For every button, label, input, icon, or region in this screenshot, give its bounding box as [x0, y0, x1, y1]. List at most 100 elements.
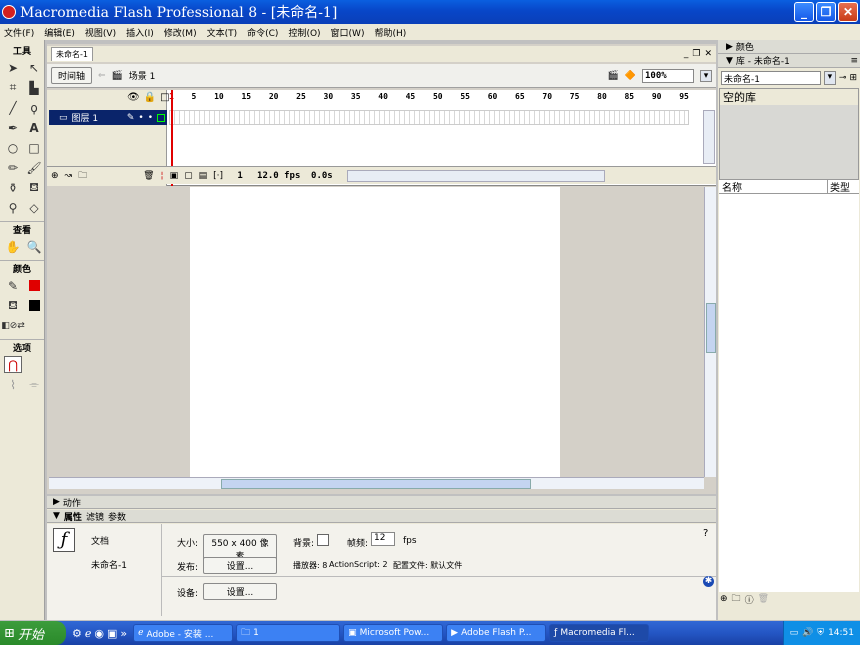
stage-canvas[interactable] — [190, 187, 560, 477]
menu-control[interactable]: 控制(O) — [288, 26, 320, 39]
lock-layers-icon[interactable]: 🔒 — [144, 92, 156, 103]
zoom-field[interactable]: 100% — [642, 68, 694, 83]
clock[interactable]: 14:51 — [828, 628, 854, 638]
actions-panel-title[interactable]: 动作 — [63, 496, 81, 509]
color-panel-title[interactable]: 颜色 — [736, 40, 754, 53]
library-menu-icon[interactable]: ≡ — [850, 56, 858, 66]
help-icon[interactable]: ? — [703, 528, 708, 539]
menu-file[interactable]: 文件(F) — [4, 26, 34, 39]
paint-bucket-tool-icon[interactable]: ⛾ — [25, 179, 43, 196]
stroke-color-icon[interactable]: ✎ — [4, 277, 22, 294]
menu-text[interactable]: 文本(T) — [207, 26, 238, 39]
expand-arrow-icon[interactable]: ▶ — [53, 497, 60, 507]
tray-network-icon[interactable]: ▭ — [790, 628, 799, 638]
menu-commands[interactable]: 命令(C) — [247, 26, 278, 39]
straighten-icon[interactable]: ⌯ — [25, 376, 43, 393]
modify-markers-icon[interactable]: [·] — [213, 171, 223, 181]
zoom-tool-icon[interactable]: 🔍 — [25, 238, 43, 255]
hand-tool-icon[interactable]: ✋ — [4, 238, 22, 255]
minimize-button[interactable]: _ — [794, 2, 814, 22]
quicklaunch-more-icon[interactable]: » — [120, 627, 127, 640]
maximize-button[interactable]: ❐ — [816, 2, 836, 22]
column-name-header[interactable]: 名称 — [719, 179, 827, 194]
doc-minimize-icon[interactable]: _ — [684, 49, 689, 59]
timeline-hscroll[interactable] — [347, 169, 606, 182]
arrow-tool-icon[interactable]: ➤ — [4, 59, 22, 76]
menu-insert[interactable]: 插入(I) — [126, 26, 154, 39]
quicklaunch-app-icon[interactable]: ⚙ — [72, 627, 82, 640]
doc-restore-icon[interactable]: ❐ — [692, 49, 700, 59]
pencil-tool-icon[interactable]: ✏ — [4, 159, 22, 176]
task-macromedia-flash[interactable]: ƒ Macromedia Fl... — [549, 624, 650, 642]
quicklaunch-media-icon[interactable]: ◉ — [94, 627, 104, 640]
library-dropdown-icon[interactable]: ▾ — [823, 71, 836, 85]
library-panel-title[interactable]: 库 - 未命名-1 — [736, 54, 848, 67]
layer-outline-icon[interactable] — [157, 113, 165, 122]
new-folder-icon[interactable]: 🗀 — [732, 591, 741, 607]
subselect-tool-icon[interactable]: ↖ — [25, 59, 43, 76]
close-button[interactable]: ✕ — [838, 2, 858, 22]
timeline-toggle-button[interactable]: 时间轴 — [51, 67, 93, 84]
edit-symbol-icon[interactable]: 🔶 — [625, 71, 636, 81]
background-color-swatch[interactable] — [317, 534, 329, 546]
eyedropper-tool-icon[interactable]: ⚲ — [4, 199, 22, 216]
line-tool-icon[interactable]: ╱ — [4, 99, 22, 116]
onion-skin-icon[interactable]: ▣ — [170, 171, 179, 181]
center-frame-icon[interactable]: ¦ — [161, 171, 164, 181]
tab-filters[interactable]: 滤镜 — [86, 510, 104, 523]
library-document-select[interactable]: 未命名-1 — [721, 71, 821, 85]
insert-layer-icon[interactable]: ⊕ — [51, 171, 59, 181]
lasso-tool-icon[interactable]: ϙ — [25, 99, 43, 116]
library-collapse-icon[interactable]: ▼ — [726, 56, 733, 66]
pen-tool-icon[interactable]: ✒ — [4, 119, 22, 136]
quicklaunch-desktop-icon[interactable]: ▣ — [107, 627, 117, 640]
insert-folder-icon[interactable]: 🗀 — [78, 168, 87, 184]
menu-help[interactable]: 帮助(H) — [374, 26, 406, 39]
edit-scene-icon[interactable]: 🎬 — [608, 71, 619, 81]
color-expand-icon[interactable]: ▶ — [726, 42, 733, 52]
menu-edit[interactable]: 编辑(E) — [44, 26, 75, 39]
doc-close-icon[interactable]: ✕ — [704, 49, 712, 59]
free-transform-tool-icon[interactable]: ⌗ — [4, 79, 22, 96]
snap-magnet-icon[interactable]: ⋂ — [4, 356, 22, 373]
tab-parameters[interactable]: 参数 — [108, 510, 126, 523]
back-arrow-icon[interactable]: ⇐ — [98, 71, 106, 81]
column-type-header[interactable]: 类型 — [827, 179, 859, 194]
menu-window[interactable]: 窗口(W) — [331, 26, 365, 39]
new-library-icon[interactable]: ⊞ — [849, 73, 857, 83]
edit-multiple-icon[interactable]: ▤ — [199, 171, 208, 181]
fill-color-icon[interactable]: ⛾ — [4, 297, 22, 314]
oval-tool-icon[interactable]: ○ — [4, 139, 22, 156]
tray-volume-icon[interactable]: 🔊 — [802, 628, 813, 638]
fill-color-swatch[interactable] — [25, 297, 43, 314]
tray-security-icon[interactable]: ⛨ — [817, 628, 824, 638]
smooth-icon[interactable]: ⌇ — [4, 376, 22, 393]
text-tool-icon[interactable]: A — [25, 119, 43, 136]
layer-row[interactable]: ▭ 图层 1 ✎ • • — [49, 110, 167, 125]
stage-hscroll[interactable] — [49, 477, 704, 489]
delete-layer-icon[interactable]: 🗑 — [143, 171, 154, 181]
eraser-tool-icon[interactable]: ◇ — [25, 199, 43, 216]
task-flash-player[interactable]: ▶ Adobe Flash P... — [446, 624, 547, 642]
collapse-arrow-icon[interactable]: ▼ — [53, 511, 60, 521]
onion-outline-icon[interactable]: ▢ — [184, 171, 193, 181]
task-powerpoint[interactable]: ▣ Microsoft Pow... — [343, 624, 444, 642]
frames-grid[interactable] — [169, 110, 689, 125]
publish-settings-button[interactable]: 设置... — [203, 557, 277, 574]
stage-vscroll[interactable] — [704, 187, 716, 477]
tab-properties[interactable]: 属性 — [64, 510, 82, 523]
new-symbol-icon[interactable]: ⊕ — [720, 594, 728, 604]
properties-icon[interactable]: ⓘ — [745, 593, 754, 606]
gradient-transform-tool-icon[interactable]: ▙ — [25, 79, 43, 96]
task-adobe-install[interactable]: ℯ Adobe - 安装 ... — [133, 624, 234, 642]
pin-library-icon[interactable]: ⊸ — [839, 73, 847, 83]
swap-colors-icon[interactable]: ◧⊘⇄ — [1, 317, 25, 334]
device-settings-button[interactable]: 设置... — [203, 583, 277, 600]
timeline-vscroll[interactable] — [703, 110, 715, 164]
document-tab[interactable]: 未命名-1 — [51, 47, 93, 61]
quicklaunch-ie-icon[interactable]: ℯ — [85, 627, 92, 640]
show-hide-layers-icon[interactable]: 👁 — [127, 92, 140, 103]
add-guide-icon[interactable]: ↝ — [65, 171, 73, 181]
library-list[interactable] — [719, 194, 859, 592]
task-folder[interactable]: 🗀 1 — [236, 624, 341, 642]
